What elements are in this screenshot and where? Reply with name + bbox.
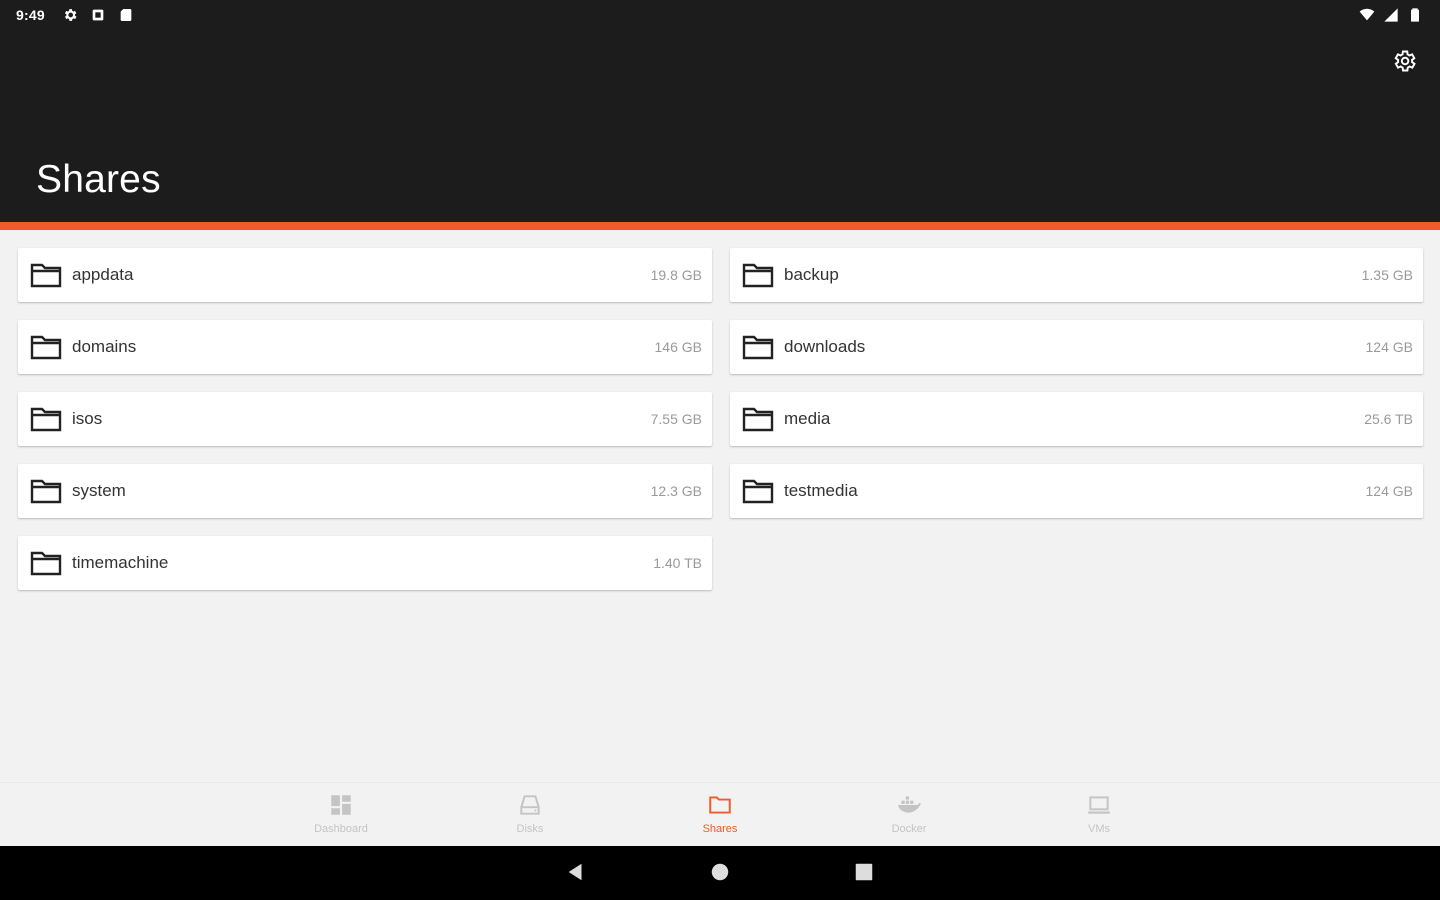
nav-disks[interactable]: Disks [470, 791, 590, 841]
folder-icon [30, 550, 62, 576]
folder-icon [742, 262, 774, 288]
share-card[interactable]: isos 7.55 GB [18, 392, 712, 446]
nav-label: VMs [1088, 823, 1110, 835]
app-root: 9:49 Shares appdata 19.8 GB backup 1.35 … [0, 0, 1440, 900]
folder-icon [706, 791, 734, 819]
nav-label: Disks [516, 823, 544, 835]
folder-icon [30, 262, 62, 288]
share-size: 7.55 GB [650, 411, 702, 427]
back-button[interactable] [562, 860, 590, 888]
home-icon [709, 861, 731, 888]
share-name: downloads [784, 337, 866, 356]
status-bar-right [1358, 6, 1424, 24]
disk-icon [516, 791, 544, 819]
folder-icon [742, 406, 774, 432]
docker-icon [895, 791, 923, 819]
share-name: domains [72, 337, 137, 356]
share-size: 124 GB [1365, 483, 1413, 499]
share-size: 19.8 GB [650, 267, 702, 283]
share-card[interactable]: system 12.3 GB [18, 464, 712, 518]
status-bar: 9:49 [0, 0, 1440, 30]
system-navigation-bar [0, 846, 1440, 900]
sd-card-icon [117, 6, 135, 24]
share-size: 25.6 TB [1364, 411, 1413, 427]
page-title: Shares [36, 158, 161, 201]
settings-icon [1391, 48, 1417, 79]
home-button[interactable] [706, 860, 734, 888]
share-card[interactable]: testmedia 124 GB [730, 464, 1423, 518]
shares-grid: appdata 19.8 GB backup 1.35 GB domains 146 GB… [18, 248, 1423, 590]
settings-button[interactable] [1388, 46, 1420, 80]
share-size: 124 GB [1365, 339, 1413, 355]
share-card[interactable]: domains 146 GB [18, 320, 712, 374]
nav-label: Docker [891, 823, 927, 835]
folder-icon [742, 478, 774, 504]
dashboard-icon [327, 791, 355, 819]
share-size: 1.35 GB [1361, 267, 1413, 283]
share-name: appdata [72, 265, 134, 284]
back-icon [565, 861, 587, 888]
nav-label: Dashboard [314, 823, 368, 835]
share-size: 1.40 TB [653, 555, 702, 571]
share-card[interactable]: downloads 124 GB [730, 320, 1423, 374]
share-card[interactable]: timemachine 1.40 TB [18, 536, 712, 590]
share-name: testmedia [784, 481, 858, 500]
battery-icon [1406, 6, 1424, 24]
folder-icon [30, 334, 62, 360]
nav-shares[interactable]: Shares [660, 791, 780, 841]
nav-vms[interactable]: VMs [1039, 791, 1159, 841]
status-bar-left: 9:49 [16, 6, 135, 24]
share-name: system [72, 481, 126, 500]
recents-button[interactable] [850, 860, 878, 888]
nav-label: Shares [702, 823, 738, 835]
share-size: 146 GB [654, 339, 702, 355]
cell-signal-icon [1382, 6, 1400, 24]
share-name: backup [784, 265, 839, 284]
folder-icon [30, 406, 62, 432]
share-card[interactable]: backup 1.35 GB [730, 248, 1423, 302]
status-time: 9:49 [16, 7, 45, 23]
header-accent-bar [0, 222, 1440, 230]
gear-icon [61, 6, 79, 24]
notification-icon [89, 6, 107, 24]
share-name: timemachine [72, 553, 169, 572]
nav-docker[interactable]: Docker [849, 791, 969, 841]
laptop-icon [1085, 791, 1113, 819]
nav-dashboard[interactable]: Dashboard [281, 791, 401, 841]
app-header: 9:49 Shares [0, 0, 1440, 222]
wifi-icon [1358, 6, 1376, 24]
share-card[interactable]: media 25.6 TB [730, 392, 1423, 446]
folder-icon [742, 334, 774, 360]
folder-icon [30, 478, 62, 504]
share-size: 12.3 GB [650, 483, 702, 499]
recents-icon [853, 861, 875, 888]
share-card[interactable]: appdata 19.8 GB [18, 248, 712, 302]
share-name: media [784, 409, 831, 428]
bottom-navigation: Dashboard Disks Shares Docker VMs [0, 782, 1440, 846]
share-name: isos [72, 409, 103, 428]
